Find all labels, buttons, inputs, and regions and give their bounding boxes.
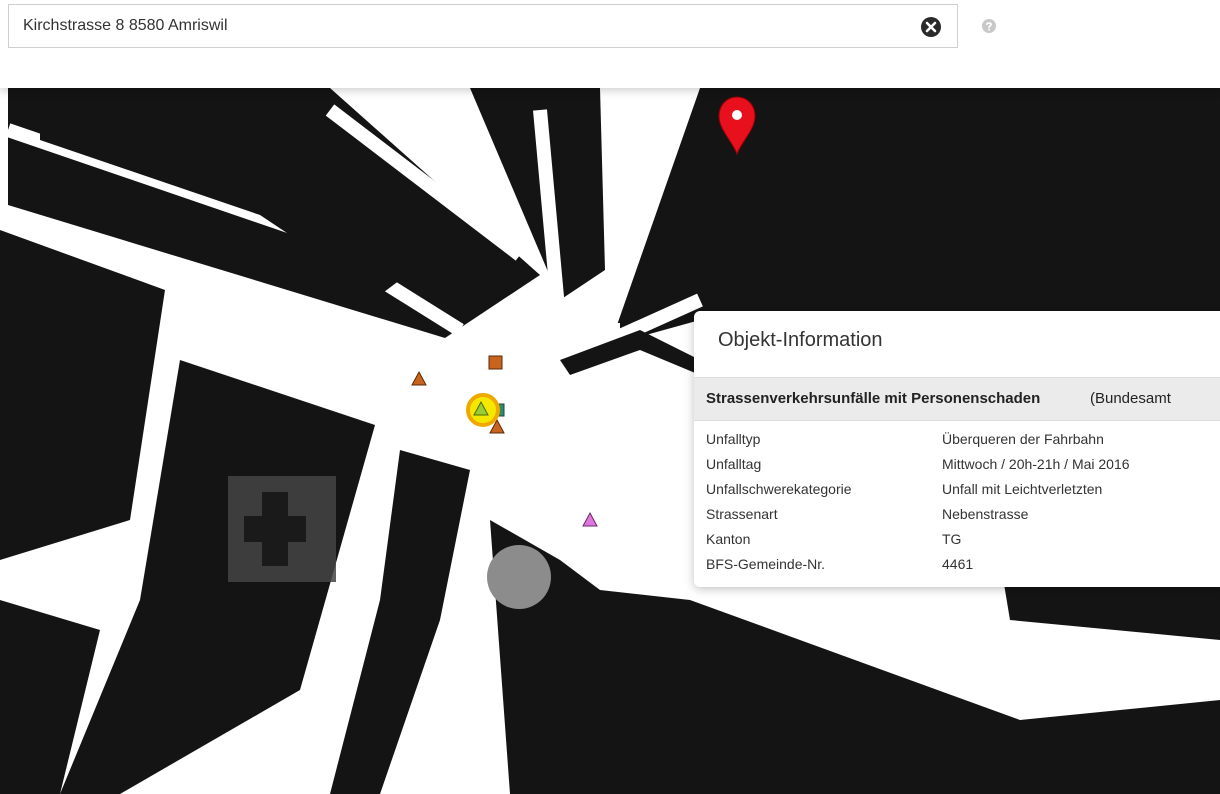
object-info-popup: Objekt-Information Strassenverkehrsunfäl… [694, 311, 1220, 587]
attribute-key: Unfallschwerekategorie [706, 481, 852, 497]
attribute-key: Unfalltag [706, 456, 762, 472]
hospital-symbol [228, 476, 336, 582]
attribute-row: Kanton TG [706, 531, 1206, 555]
hospital-cross-horizontal [244, 516, 306, 542]
map-pin-hole [732, 110, 742, 120]
layer-source: (Bundesamt [1090, 390, 1171, 407]
attribute-key: Unfalltyp [706, 431, 761, 447]
attribute-row: Unfalltag Mittwoch / 20h-21h / Mai 2016 [706, 456, 1206, 480]
attribute-row: BFS-Gemeinde-Nr. 4461 [706, 556, 1206, 580]
popup-layer-header: Strassenverkehrsunfälle mit Personenscha… [694, 377, 1220, 421]
attribute-key: Strassenart [706, 506, 778, 522]
attribute-value: Nebenstrasse [942, 506, 1029, 522]
selected-accident-highlight[interactable] [466, 393, 500, 427]
attribute-value: Mittwoch / 20h-21h / Mai 2016 [942, 456, 1130, 472]
attribute-value: TG [942, 531, 962, 547]
search-box[interactable] [8, 4, 958, 48]
attribute-key: Kanton [706, 531, 751, 547]
top-bar [0, 0, 1220, 88]
layer-name: Strassenverkehrsunfälle mit Personenscha… [706, 390, 1041, 407]
times-circle-icon[interactable] [919, 15, 943, 39]
attribute-value: 4461 [942, 556, 974, 572]
attribute-value: Unfall mit Leichtverletzten [942, 481, 1103, 497]
map-circle-feature [487, 545, 551, 609]
attribute-key: BFS-Gemeinde-Nr. [706, 556, 826, 572]
question-circle-icon[interactable] [981, 18, 997, 34]
accident-marker-square-1[interactable] [488, 355, 503, 370]
popup-title: Objekt-Information [718, 329, 883, 351]
attribute-row: Unfalltyp Überqueren der Fahrbahn [706, 431, 1206, 455]
attribute-row: Unfallschwerekategorie Unfall mit Leicht… [706, 481, 1206, 505]
attribute-row: Strassenart Nebenstrasse [706, 506, 1206, 530]
search-input[interactable] [9, 5, 957, 47]
attribute-value: Überqueren der Fahrbahn [942, 431, 1104, 447]
